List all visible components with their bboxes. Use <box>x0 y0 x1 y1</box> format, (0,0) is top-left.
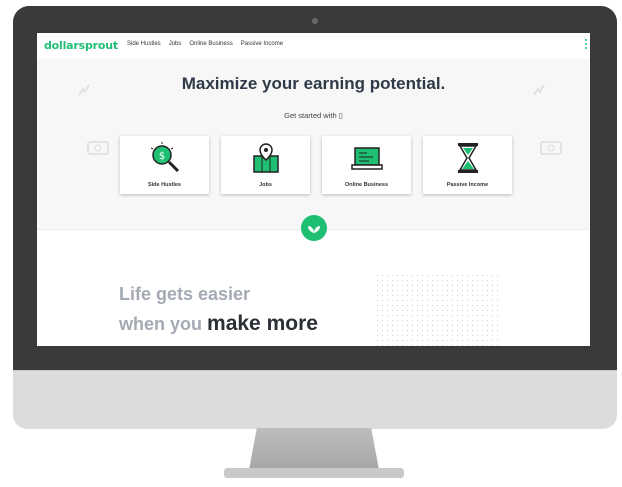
decorative-money-icon <box>87 141 109 155</box>
card-label: Jobs <box>259 182 272 188</box>
card-label: Side Hustles <box>147 182 181 188</box>
site-logo[interactable]: dollarsprout <box>44 39 118 52</box>
monitor-screen: dollarsprout Side Hustles Jobs Online Bu… <box>37 33 590 346</box>
monitor-stand-foot <box>224 468 404 478</box>
tagline-light-text: when you <box>119 314 203 334</box>
card-label: Online Business <box>344 182 389 188</box>
nav-link-side-hustles[interactable]: Side Hustles <box>127 41 161 47</box>
top-nav: dollarsprout Side Hustles Jobs Online Bu… <box>37 33 590 59</box>
card-jobs[interactable]: Jobs <box>221 136 310 194</box>
nav-link-online-business[interactable]: Online Business <box>189 41 232 47</box>
hero-subline: Get started with ▯ <box>284 111 343 120</box>
magnifier-dollar-icon: $ <box>120 140 209 176</box>
hero-headline: Maximize your earning potential. <box>181 74 446 93</box>
monitor-stand-neck <box>249 428 379 470</box>
svg-text:$: $ <box>158 151 164 162</box>
map-pin-icon <box>221 140 310 176</box>
card-online-business[interactable]: Online Business <box>322 136 411 194</box>
tagline-strong-text: make more <box>207 312 318 335</box>
card-label: Passive Income <box>446 182 489 188</box>
nav-links: Side Hustles Jobs Online Business Passiv… <box>127 41 283 47</box>
card-passive-income[interactable]: Passive Income <box>423 136 512 194</box>
laptop-icon <box>322 140 411 176</box>
tagline: Life gets easier when you make more <box>119 279 318 339</box>
nav-link-jobs[interactable]: Jobs <box>169 41 182 47</box>
tagline-line1: Life gets easier <box>119 284 251 304</box>
hourglass-icon <box>423 140 512 176</box>
monitor-chin <box>13 370 617 429</box>
menu-icon[interactable] <box>585 39 587 51</box>
nav-link-passive-income[interactable]: Passive Income <box>241 41 283 47</box>
dot-pattern <box>375 273 500 346</box>
tagline-line2: when you make more <box>119 309 318 339</box>
decorative-money-icon <box>540 141 562 155</box>
sprout-icon <box>301 215 327 241</box>
camera-dot <box>312 18 318 24</box>
hero-section: Maximize your earning potential. Get sta… <box>37 59 590 229</box>
card-side-hustles[interactable]: $ Side Hustles <box>120 136 209 194</box>
category-cards: $ Side Hustles Jobs Online Business Pass… <box>120 136 512 194</box>
